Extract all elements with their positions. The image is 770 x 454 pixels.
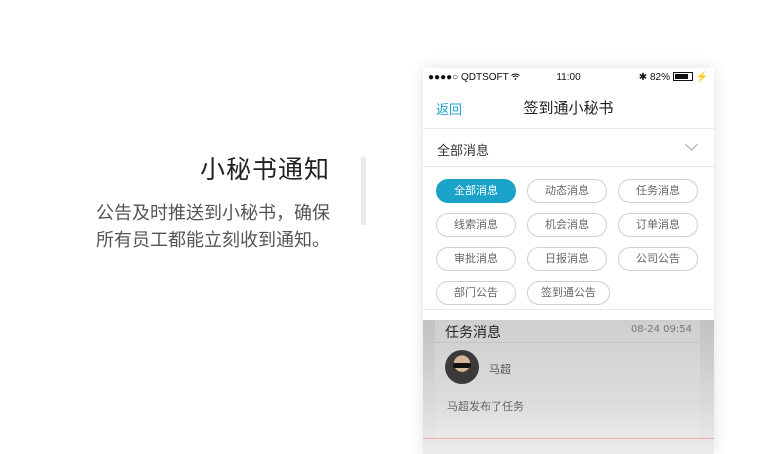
page-title: 签到通小秘书 xyxy=(523,99,614,117)
chip-qiandaotong-announcements[interactable]: 签到通公告 xyxy=(527,281,610,305)
chip-opportunity-messages[interactable]: 机会消息 xyxy=(527,213,607,237)
status-right: ✱ 82% ⚡ xyxy=(639,72,708,83)
bottom-divider xyxy=(423,438,714,439)
chip-lead-messages[interactable]: 线索消息 xyxy=(436,213,516,237)
divider-bar xyxy=(361,157,366,225)
promo-description: 公告及时推送到小秘书，确保 所有员工都能立刻收到通知。 xyxy=(40,200,330,254)
chip-approval-messages[interactable]: 审批消息 xyxy=(436,247,516,271)
chip-department-announcements[interactable]: 部门公告 xyxy=(436,281,516,305)
dimmed-overlay[interactable]: 任务消息 08-24 09:54 马超 马超发布了任务 xyxy=(423,320,714,454)
chip-task-messages[interactable]: 任务消息 xyxy=(618,179,698,203)
card-title: 任务消息 xyxy=(445,325,501,341)
status-bar: ●●●●○ QDTSOFT 11:00 ✱ 82% ⚡ xyxy=(423,68,714,88)
message-text: 马超发布了任务 xyxy=(447,400,524,413)
battery-icon xyxy=(672,72,693,81)
avatar xyxy=(445,350,479,384)
phone-screen: ●●●●○ QDTSOFT 11:00 ✱ 82% ⚡ 返回 签到通小秘书 全部… xyxy=(423,68,714,454)
bluetooth-icon: ✱ xyxy=(638,72,648,83)
charging-icon: ⚡ xyxy=(695,72,708,83)
message-filter-dropdown[interactable]: 全部消息 xyxy=(423,129,714,167)
chip-activity-messages[interactable]: 动态消息 xyxy=(527,179,607,203)
chip-all-messages[interactable]: 全部消息 xyxy=(436,179,516,203)
promo-title: 小秘书通知 xyxy=(199,155,330,184)
battery-percent: 82% xyxy=(649,72,670,83)
promo-desc-line-2: 所有员工都能立刻收到通知。 xyxy=(96,230,330,251)
chip-company-announcements[interactable]: 公司公告 xyxy=(618,247,698,271)
card-timestamp: 08-24 09:54 xyxy=(630,324,692,335)
chip-daily-report-messages[interactable]: 日报消息 xyxy=(527,247,607,271)
card-divider xyxy=(435,342,700,343)
promo-desc-line-1: 公告及时推送到小秘书，确保 xyxy=(96,203,330,224)
chip-order-messages[interactable]: 订单消息 xyxy=(618,213,698,237)
chevron-down-icon xyxy=(685,138,698,151)
nav-bar: 返回 签到通小秘书 xyxy=(423,88,714,129)
message-card[interactable]: 任务消息 08-24 09:54 马超 马超发布了任务 xyxy=(435,320,700,438)
filter-selected-label: 全部消息 xyxy=(437,144,490,159)
user-name: 马超 xyxy=(489,363,511,376)
category-chip-panel: 全部消息 动态消息 任务消息 线索消息 机会消息 订单消息 审批消息 日报消息 … xyxy=(423,167,714,310)
